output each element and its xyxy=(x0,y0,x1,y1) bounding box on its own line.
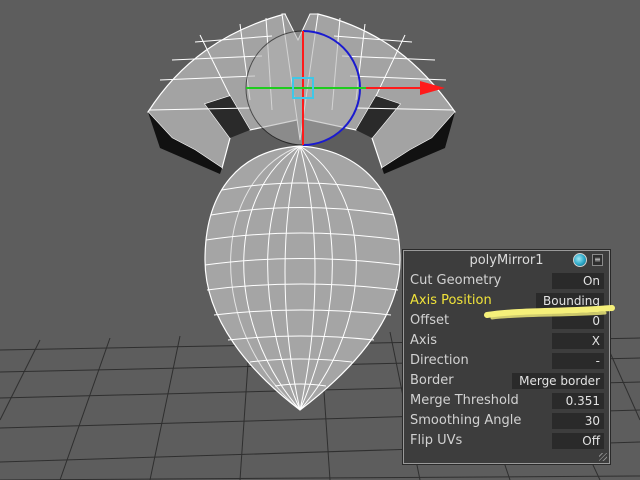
attr-label: Axis xyxy=(410,333,437,348)
shading-sphere-icon[interactable] xyxy=(573,253,587,267)
bulb-body-mesh[interactable] xyxy=(204,145,401,411)
attr-label: Direction xyxy=(410,353,469,368)
attr-row-merge-threshold[interactable]: Merge Threshold 0.351 xyxy=(408,391,606,411)
attr-row-flip-uvs[interactable]: Flip UVs Off xyxy=(408,431,606,451)
attr-value-field[interactable]: 0 xyxy=(552,313,604,329)
3d-viewport[interactable]: polyMirror1 ≡ Cut Geometry On Axis Posit… xyxy=(0,0,640,480)
attr-row-axis[interactable]: Axis X xyxy=(408,331,606,351)
attr-row-border[interactable]: Border Merge border xyxy=(408,371,606,391)
attr-label: Merge Threshold xyxy=(410,393,519,408)
attr-value-field[interactable]: 0.351 xyxy=(552,393,604,409)
attr-value-dropdown[interactable]: Merge border xyxy=(512,373,604,389)
attr-label: Cut Geometry xyxy=(410,273,502,288)
attr-value-field[interactable]: 30 xyxy=(552,413,604,429)
attr-label: Smoothing Angle xyxy=(410,413,522,428)
panel-menu-icon[interactable]: ≡ xyxy=(592,254,603,266)
attr-value-dropdown[interactable]: Bounding xyxy=(536,293,604,309)
attr-row-smoothing-angle[interactable]: Smoothing Angle 30 xyxy=(408,411,606,431)
attr-label: Offset xyxy=(410,313,450,328)
attr-value-field[interactable]: On xyxy=(552,273,604,289)
resize-grip-icon[interactable] xyxy=(599,453,607,461)
attr-value-field[interactable]: Off xyxy=(552,433,604,449)
attr-row-axis-position[interactable]: Axis Position Bounding xyxy=(408,291,606,311)
attr-label: Border xyxy=(410,373,454,388)
attr-row-offset[interactable]: Offset 0 xyxy=(408,311,606,331)
attr-label: Axis Position xyxy=(410,293,492,308)
attr-value-dropdown[interactable]: - xyxy=(552,353,604,369)
attr-value-dropdown[interactable]: X xyxy=(552,333,604,349)
attr-row-direction[interactable]: Direction - xyxy=(408,351,606,371)
attr-label: Flip UVs xyxy=(410,433,463,448)
in-view-editor-panel[interactable]: polyMirror1 ≡ Cut Geometry On Axis Posit… xyxy=(403,250,610,464)
attr-row-cut-geometry[interactable]: Cut Geometry On xyxy=(408,271,606,291)
